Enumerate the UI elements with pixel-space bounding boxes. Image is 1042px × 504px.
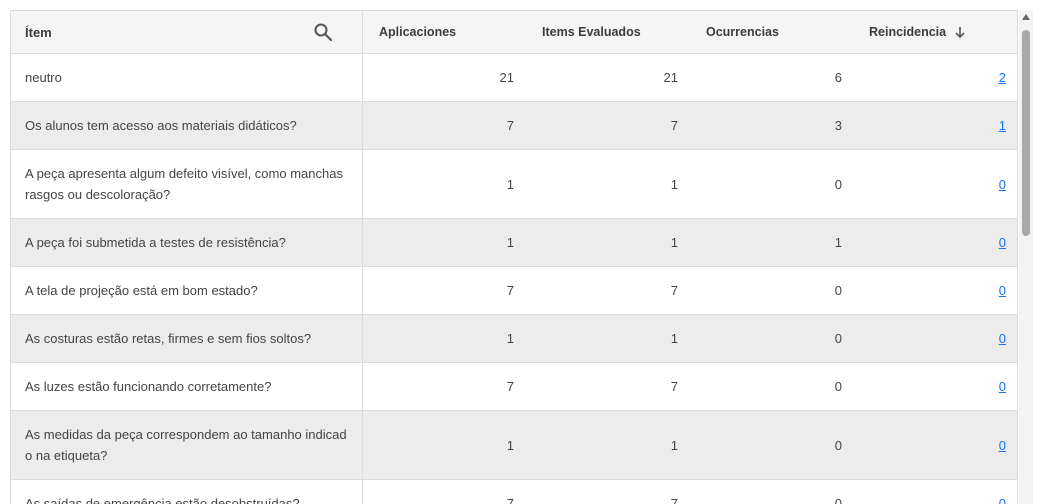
ocurrencias-cell: 3 [834, 118, 842, 133]
arrow-down-icon[interactable] [954, 25, 966, 39]
reincidencia-cell: 0 [842, 315, 1006, 362]
evaluados-cell: 1 [670, 176, 678, 192]
ocurrencias-cell: 6 [834, 70, 842, 85]
item-cell: A peça foi submetida a testes de resistê… [11, 219, 363, 266]
ocurrencias-cell: 0 [834, 283, 842, 298]
reincidencia-link[interactable]: 0 [999, 331, 1006, 346]
table-row[interactable]: As costuras estão retas, firmes e sem fi… [11, 315, 1017, 363]
item-cell: A peça apresenta algum defeito visível, … [11, 150, 363, 218]
data-table: Ítem Aplicaciones Items Evaluados Ocurre… [10, 10, 1018, 504]
ocurrencias-cell: 0 [834, 496, 842, 504]
table-row[interactable]: Os alunos tem acesso aos materiais didát… [11, 102, 1017, 150]
evaluados-cell: 7 [670, 118, 678, 133]
table-row[interactable]: As luzes estão funcionando corretamente?… [11, 363, 1017, 411]
evaluados-cell: 7 [670, 496, 678, 504]
ocurrencias-cell: 0 [834, 331, 842, 346]
item-cell: As medidas da peça correspondem ao taman… [11, 411, 363, 479]
reincidencia-cell: 0 [842, 150, 1006, 218]
aplicaciones-cell: 1 [506, 235, 514, 250]
reincidencia-link[interactable]: 0 [999, 438, 1006, 453]
item-cell: As costuras estão retas, firmes e sem fi… [11, 315, 363, 362]
column-header-item[interactable]: Ítem [11, 11, 363, 53]
evaluados-cell: 1 [670, 437, 678, 453]
reincidencia-cell: 0 [842, 219, 1006, 266]
aplicaciones-cell: 7 [506, 283, 514, 298]
column-header-reincidencia-label: Reincidencia [869, 25, 947, 39]
ocurrencias-cell: 1 [834, 235, 842, 250]
table-header: Ítem Aplicaciones Items Evaluados Ocurre… [11, 11, 1017, 54]
item-cell: As luzes estão funcionando corretamente? [11, 363, 363, 410]
column-header-item-label: Ítem [25, 24, 52, 40]
reincidencia-link[interactable]: 2 [999, 70, 1006, 85]
aplicaciones-cell: 1 [506, 437, 514, 453]
reincidencia-cell: 0 [842, 411, 1006, 479]
table-row[interactable]: neutro 21 21 6 2 [11, 54, 1017, 102]
column-header-items-evaluados[interactable]: Items Evaluados [542, 11, 641, 53]
aplicaciones-cell: 21 [499, 70, 514, 85]
reincidencia-cell: 2 [842, 54, 1006, 101]
table-row[interactable]: A tela de projeção está em bom estado? 7… [11, 267, 1017, 315]
reincidencia-link[interactable]: 0 [999, 283, 1006, 298]
reincidencia-link[interactable]: 0 [999, 496, 1006, 504]
item-cell: As saídas de emergência estão desobstruí… [11, 480, 363, 504]
column-header-ocurrencias[interactable]: Ocurrencias [706, 11, 779, 53]
evaluados-cell: 1 [670, 331, 678, 346]
evaluados-cell: 7 [670, 283, 678, 298]
ocurrencias-cell: 0 [834, 176, 842, 192]
evaluados-cell: 7 [670, 379, 678, 394]
reincidencia-cell: 0 [842, 267, 1006, 314]
item-cell: neutro [11, 54, 363, 101]
reincidencia-cell: 1 [842, 102, 1006, 149]
column-header-reincidencia[interactable]: Reincidencia [869, 11, 966, 53]
reincidencia-link[interactable]: 0 [999, 177, 1006, 192]
evaluados-cell: 1 [670, 235, 678, 250]
reincidencia-link[interactable]: 1 [999, 118, 1006, 133]
column-header-aplicaciones[interactable]: Aplicaciones [379, 11, 456, 53]
table-row[interactable]: A peça apresenta algum defeito visível, … [11, 150, 1017, 219]
aplicaciones-cell: 7 [506, 118, 514, 133]
aplicaciones-cell: 1 [506, 331, 514, 346]
reincidencia-link[interactable]: 0 [999, 235, 1006, 250]
scroll-up-arrow-icon[interactable] [1021, 12, 1031, 22]
reincidencia-link[interactable]: 0 [999, 379, 1006, 394]
reincidencia-cell: 0 [842, 363, 1006, 410]
reincidencia-cell: 0 [842, 480, 1006, 504]
aplicaciones-cell: 7 [506, 496, 514, 504]
item-cell: A tela de projeção está em bom estado? [11, 267, 363, 314]
item-cell: Os alunos tem acesso aos materiais didát… [11, 102, 363, 149]
ocurrencias-cell: 0 [834, 379, 842, 394]
evaluados-cell: 21 [663, 70, 678, 85]
scrollbar-thumb[interactable] [1022, 30, 1030, 236]
vertical-scrollbar[interactable] [1019, 10, 1033, 504]
table-row[interactable]: As saídas de emergência estão desobstruí… [11, 480, 1017, 504]
ocurrencias-cell: 0 [834, 437, 842, 453]
aplicaciones-cell: 1 [506, 176, 514, 192]
search-icon[interactable] [313, 22, 333, 42]
table-row[interactable]: As medidas da peça correspondem ao taman… [11, 411, 1017, 480]
table-row[interactable]: A peça foi submetida a testes de resistê… [11, 219, 1017, 267]
aplicaciones-cell: 7 [506, 379, 514, 394]
